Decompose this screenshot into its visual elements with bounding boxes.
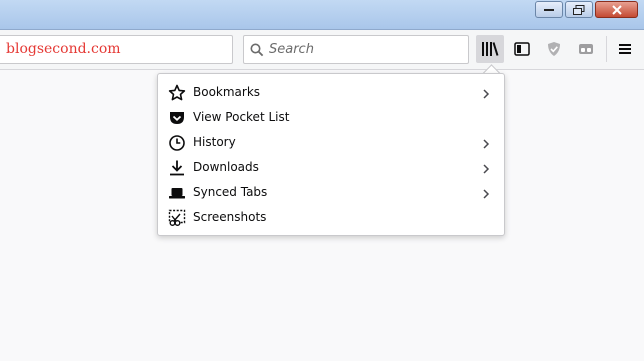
sidebar-icon [514,42,530,56]
library-menu-panel: Bookmarks View Pocket List History Downl… [157,73,505,236]
chevron-right-icon [482,160,490,179]
menu-item-history[interactable]: History [158,130,504,155]
chevron-right-icon [482,135,490,154]
close-icon [611,4,622,15]
clock-icon [168,134,186,152]
menu-item-screenshots[interactable]: Screenshots [158,205,504,230]
minimize-icon [544,8,554,11]
window-controls [533,1,638,18]
minimize-button[interactable] [535,1,563,18]
menu-item-bookmarks[interactable]: Bookmarks [158,80,504,105]
menu-item-label: History [193,135,236,149]
menu-item-synced-tabs[interactable]: Synced Tabs [158,180,504,205]
download-icon [168,159,186,177]
library-button[interactable] [476,35,504,63]
search-placeholder: Search [269,42,314,57]
extension-icon [579,44,593,54]
restore-icon [573,4,585,15]
menu-item-label: Synced Tabs [193,185,268,199]
search-icon [250,42,264,61]
menu-item-pocket[interactable]: View Pocket List [158,105,504,130]
menu-item-label: Screenshots [193,210,267,224]
restore-button[interactable] [565,1,593,18]
menu-item-label: Bookmarks [193,85,261,99]
sidebar-button[interactable] [508,35,536,63]
menu-item-label: Downloads [193,160,259,174]
menu-item-downloads[interactable]: Downloads [158,155,504,180]
navigation-toolbar: blogsecond.com Search [0,30,644,70]
extension-button[interactable] [572,35,600,63]
shield-icon [548,42,560,56]
close-button[interactable] [595,1,638,18]
star-icon [168,84,186,102]
laptop-icon [168,184,186,202]
chevron-right-icon [482,185,490,204]
url-text: blogsecond.com [6,41,121,57]
open-menu-button[interactable] [611,35,639,63]
hamburger-icon [619,44,631,54]
menu-item-label: View Pocket List [193,110,290,124]
window-titlebar [0,0,644,30]
toolbar-separator [606,36,607,62]
library-icon [482,42,499,56]
tracking-protection-button[interactable] [540,35,568,63]
scissors-icon [168,209,186,227]
pocket-icon [168,109,186,127]
chevron-right-icon [482,85,490,104]
url-bar[interactable]: blogsecond.com [0,35,233,64]
search-input[interactable]: Search [243,35,469,64]
